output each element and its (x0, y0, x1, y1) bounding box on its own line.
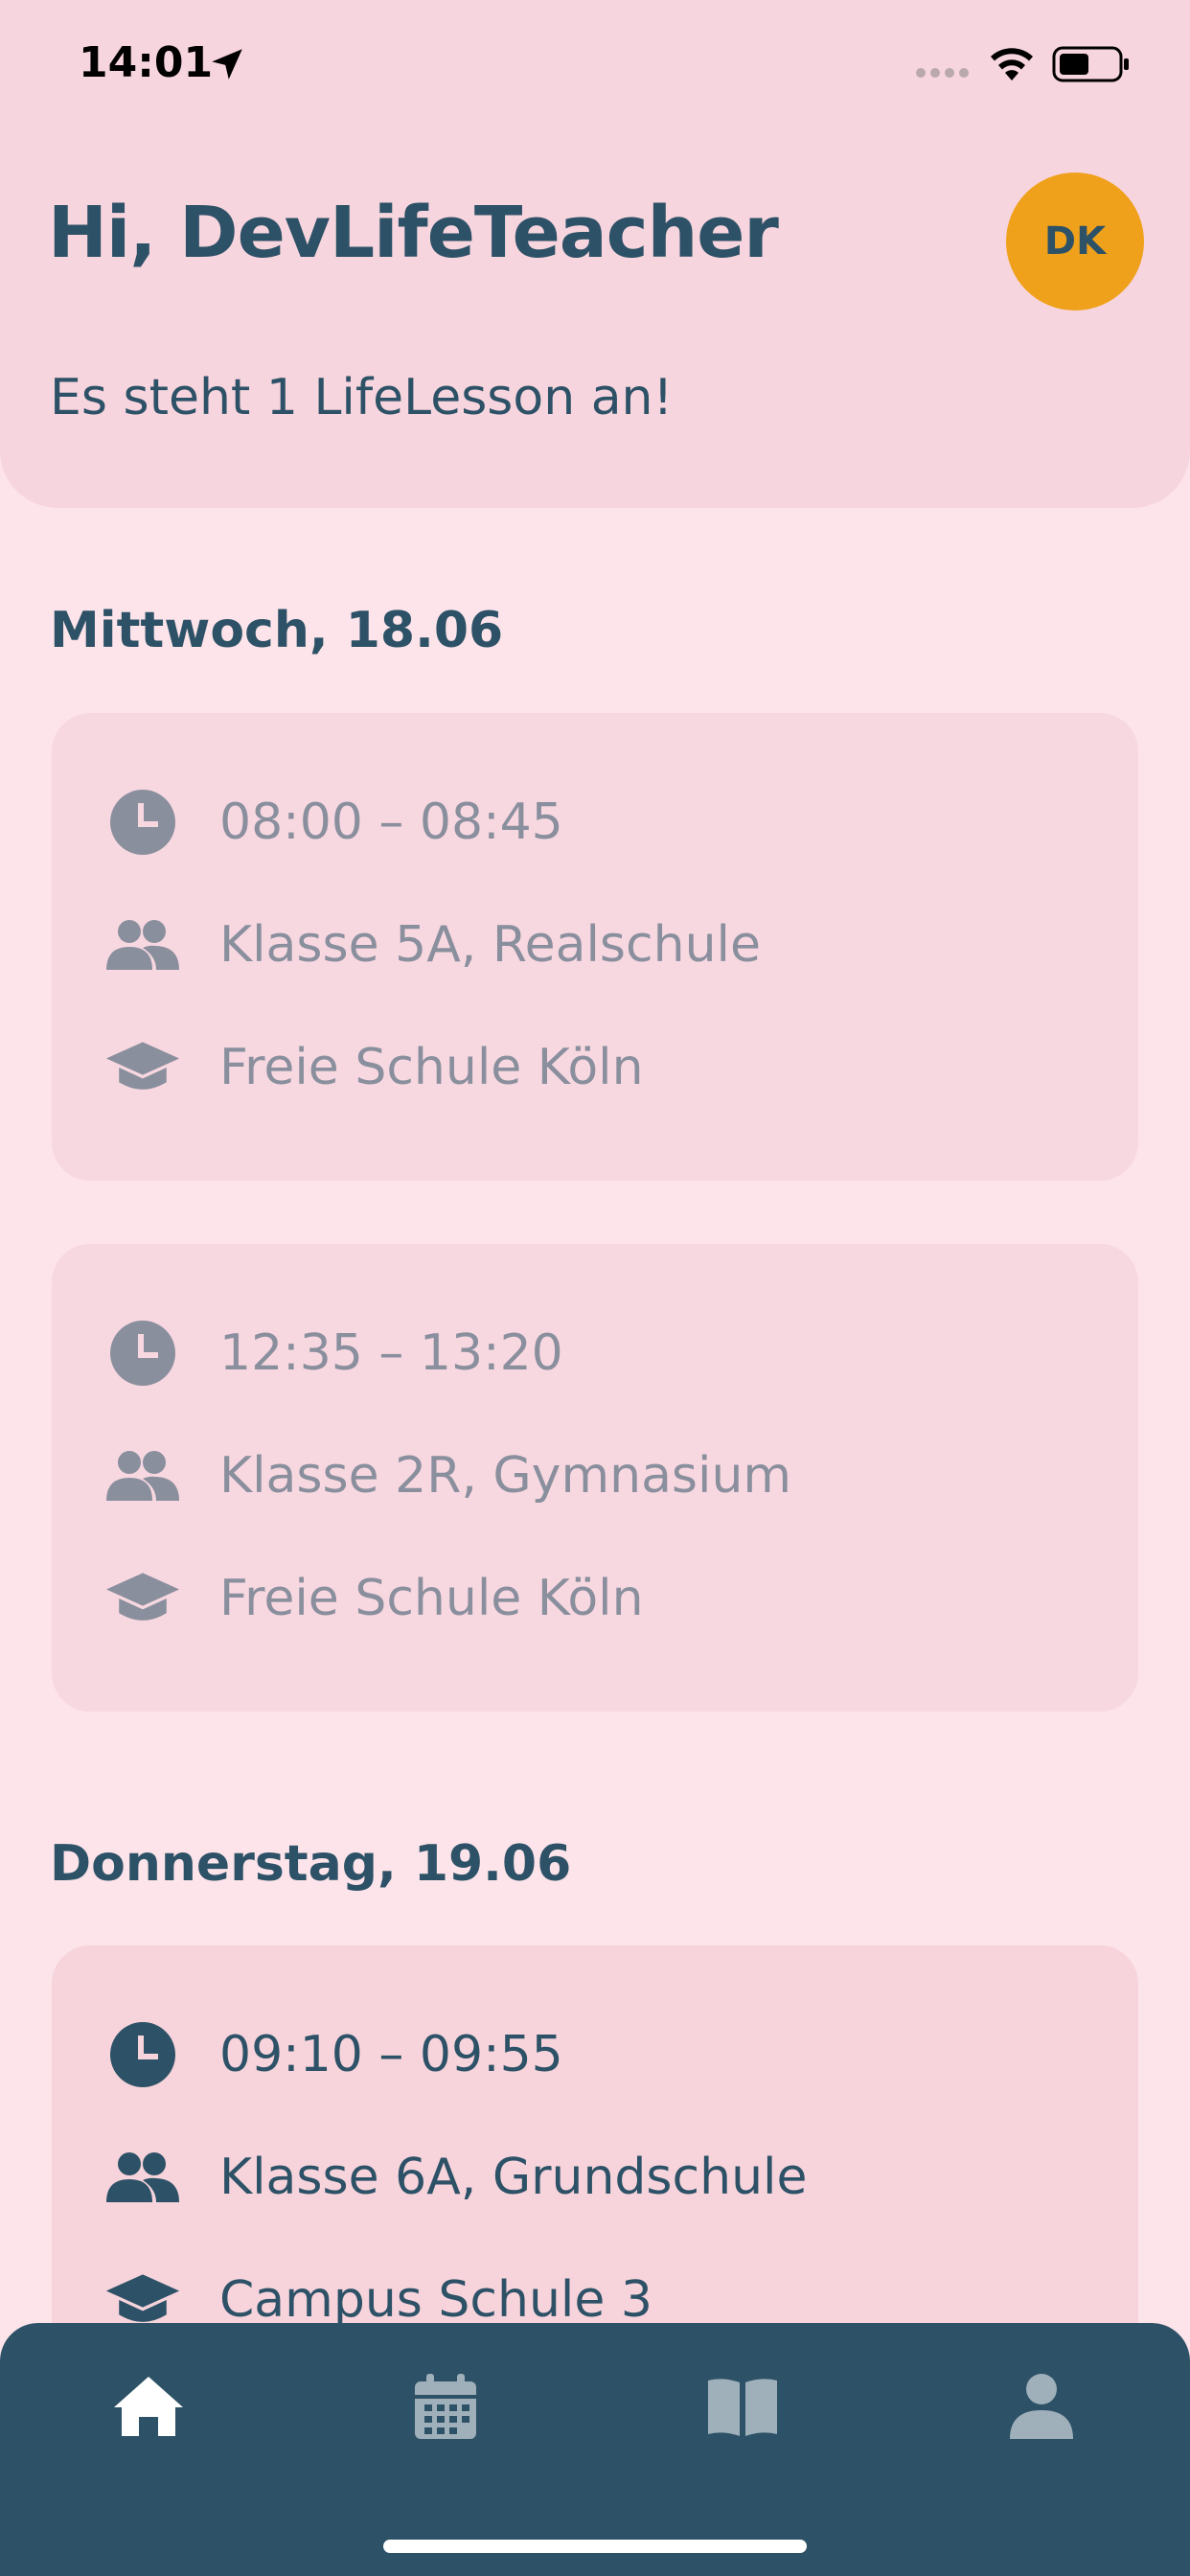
tab-calendar[interactable] (398, 2363, 493, 2450)
lesson-card[interactable]: 08:00 – 08:45 Klasse 5A, Realschule Frei… (52, 713, 1138, 1181)
lesson-class-row: Klasse 2R, Gymnasium (104, 1438, 791, 1514)
group-icon (104, 1438, 181, 1514)
lesson-count-subtitle: Es steht 1 LifeLesson an! (50, 369, 674, 426)
calendar-icon (415, 2374, 476, 2439)
clock-icon (104, 1315, 181, 1392)
lesson-school: Campus Schule 3 (219, 2271, 652, 2329)
day-heading: Mittwoch, 18.06 (50, 602, 504, 659)
lesson-time-row: 08:00 – 08:45 (104, 784, 563, 861)
cellular-signal-icon (916, 68, 969, 78)
battery-icon (1052, 46, 1129, 82)
home-icon (114, 2377, 183, 2436)
graduation-cap-icon (104, 1560, 181, 1637)
greeting-title: Hi, DevLifeTeacher (48, 192, 779, 274)
clock-icon (104, 2016, 181, 2093)
lesson-school-row: Freie Schule Köln (104, 1029, 644, 1106)
tab-bar (0, 2323, 1190, 2576)
graduation-cap-icon (104, 1029, 181, 1106)
avatar[interactable]: DK (1006, 172, 1144, 310)
location-arrow-icon (212, 49, 242, 80)
home-indicator (383, 2540, 807, 2553)
lesson-time-row: 12:35 – 13:20 (104, 1315, 563, 1392)
day-heading: Donnerstag, 19.06 (50, 1835, 572, 1893)
wifi-icon (991, 48, 1033, 80)
tab-library[interactable] (695, 2363, 790, 2450)
avatar-initials: DK (1043, 219, 1107, 264)
tab-home[interactable] (101, 2363, 196, 2450)
lesson-class: Klasse 6A, Grundschule (219, 2149, 808, 2206)
clock-icon (104, 784, 181, 861)
lesson-class: Klasse 5A, Realschule (219, 916, 761, 974)
book-icon (708, 2379, 777, 2436)
lesson-class-row: Klasse 6A, Grundschule (104, 2139, 807, 2216)
profile-icon (1010, 2374, 1073, 2439)
lesson-card[interactable]: 12:35 – 13:20 Klasse 2R, Gymnasium Freie… (52, 1244, 1138, 1712)
lesson-time: 12:35 – 13:20 (219, 1324, 563, 1382)
lesson-school-row: Freie Schule Köln (104, 1560, 644, 1637)
lesson-school: Freie Schule Köln (219, 1570, 644, 1627)
lesson-school: Freie Schule Köln (219, 1039, 644, 1096)
status-time: 14:01 (79, 38, 214, 87)
lesson-time: 08:00 – 08:45 (219, 794, 563, 851)
lesson-time-row: 09:10 – 09:55 (104, 2016, 563, 2093)
tab-profile[interactable] (994, 2363, 1089, 2450)
group-icon (104, 907, 181, 983)
group-icon (104, 2139, 181, 2216)
status-bar: 14:01 (0, 0, 1190, 134)
lesson-class: Klasse 2R, Gymnasium (219, 1447, 792, 1505)
lesson-class-row: Klasse 5A, Realschule (104, 907, 761, 983)
lesson-time: 09:10 – 09:55 (219, 2026, 563, 2083)
